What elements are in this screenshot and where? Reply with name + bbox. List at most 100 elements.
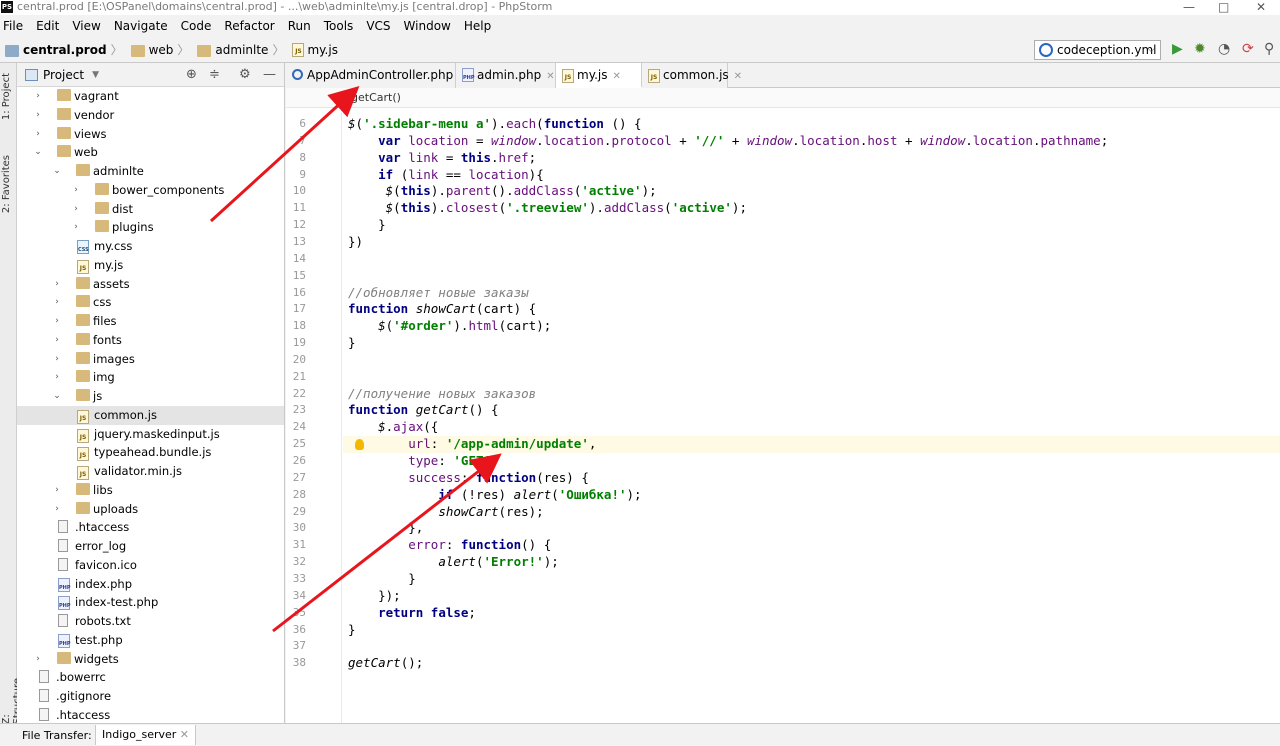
- tree-item[interactable]: ⌄ web: [17, 143, 284, 162]
- code-line[interactable]: //обновляет новые заказы: [348, 285, 529, 302]
- code-line[interactable]: $('#order').html(cart);: [348, 318, 551, 335]
- tree-item[interactable]: .gitignore: [17, 687, 284, 706]
- code-line[interactable]: }: [348, 335, 356, 352]
- tree-item[interactable]: robots.txt: [17, 612, 284, 631]
- tree-item[interactable]: favicon.ico: [17, 556, 284, 575]
- code-line[interactable]: $.ajax({: [348, 419, 438, 436]
- run-configuration-select[interactable]: codeception.yml ⌵: [1034, 40, 1161, 60]
- chevron-right-icon[interactable]: ›: [52, 312, 62, 331]
- tree-item[interactable]: JS common.js: [17, 405, 284, 425]
- tree-item[interactable]: › img: [17, 368, 284, 387]
- breadcrumb-web[interactable]: web 〉: [130, 41, 194, 58]
- tree-item[interactable]: JS typeahead.bundle.js: [17, 443, 284, 462]
- tree-item[interactable]: › bower_components: [17, 181, 284, 200]
- tree-item[interactable]: › uploads: [17, 500, 284, 519]
- tree-item[interactable]: › plugins: [17, 218, 284, 237]
- tree-item[interactable]: JS my.js: [17, 256, 284, 275]
- code-line[interactable]: function getCart() {: [348, 402, 499, 419]
- code-line[interactable]: //получение новых заказов: [348, 386, 536, 403]
- code-line[interactable]: url: '/app-admin/update',: [348, 436, 596, 453]
- tab-appadmincontroller[interactable]: AppAdminController.php✕: [286, 63, 467, 88]
- project-tool-tab[interactable]: 1: Project: [1, 73, 12, 120]
- tree-item[interactable]: › widgets: [17, 650, 284, 669]
- close-icon[interactable]: ✕: [612, 71, 620, 82]
- rerun-icon[interactable]: ⟳: [1242, 41, 1254, 57]
- tab-my-js[interactable]: JS my.js ✕: [556, 63, 642, 88]
- menu-navigate[interactable]: Navigate: [114, 19, 168, 33]
- editor-breadcrumb[interactable]: getCart(): [286, 88, 1280, 108]
- tree-item[interactable]: › vendor: [17, 106, 284, 125]
- minimize-button[interactable]: —: [1183, 0, 1195, 14]
- breadcrumb-adminlte[interactable]: adminlte 〉: [197, 41, 288, 58]
- tree-item[interactable]: PHP index.php: [17, 575, 284, 594]
- menu-view[interactable]: View: [72, 19, 100, 33]
- tab-common-js[interactable]: JS common.js ✕: [642, 63, 742, 88]
- tree-item[interactable]: ⌄ adminlte: [17, 162, 284, 181]
- chevron-right-icon[interactable]: ›: [52, 331, 62, 350]
- chevron-down-icon[interactable]: ⌄: [52, 387, 62, 406]
- tree-item[interactable]: › files: [17, 312, 284, 331]
- menu-run[interactable]: Run: [288, 19, 311, 33]
- maximize-button[interactable]: □: [1218, 0, 1229, 14]
- code-line[interactable]: alert('Error!');: [348, 554, 558, 571]
- menu-file[interactable]: File: [3, 19, 23, 33]
- tree-item[interactable]: › vagrant: [17, 87, 284, 106]
- chevron-right-icon[interactable]: ›: [33, 125, 43, 144]
- project-view-select[interactable]: Project: [43, 68, 84, 82]
- code-line[interactable]: },: [348, 520, 423, 537]
- server-tab[interactable]: Indigo_server ✕: [95, 725, 197, 745]
- code-line[interactable]: if (!res) alert('Ошибка!');: [348, 487, 641, 504]
- code-line[interactable]: }: [348, 571, 416, 588]
- tree-item[interactable]: PHP test.php: [17, 631, 284, 650]
- menu-vcs[interactable]: VCS: [366, 19, 390, 33]
- chevron-right-icon[interactable]: ›: [52, 500, 62, 519]
- coverage-icon[interactable]: ◔: [1218, 41, 1230, 57]
- chevron-right-icon[interactable]: ›: [33, 87, 43, 106]
- code-line[interactable]: error: function() {: [348, 537, 551, 554]
- tree-item[interactable]: .htaccess: [17, 706, 284, 725]
- chevron-right-icon[interactable]: ›: [52, 275, 62, 294]
- close-icon[interactable]: ✕: [734, 71, 742, 82]
- tree-item[interactable]: error_log: [17, 537, 284, 556]
- menu-edit[interactable]: Edit: [36, 19, 59, 33]
- code-line[interactable]: if (link == location){: [348, 167, 544, 184]
- tree-item[interactable]: .bowerrc: [17, 668, 284, 687]
- code-line[interactable]: }: [348, 622, 356, 639]
- chevron-right-icon[interactable]: ›: [52, 350, 62, 369]
- code-line[interactable]: return false;: [348, 605, 476, 622]
- close-icon[interactable]: ✕: [546, 71, 554, 82]
- tree-item[interactable]: JS jquery.maskedinput.js: [17, 425, 284, 444]
- code-line[interactable]: $(this).closest('.treeview').addClass('a…: [348, 200, 747, 217]
- chevron-right-icon[interactable]: ›: [33, 650, 43, 669]
- tree-item[interactable]: › dist: [17, 200, 284, 219]
- menu-help[interactable]: Help: [464, 19, 491, 33]
- code-line[interactable]: type: 'GET',: [348, 453, 498, 470]
- code-line[interactable]: success: function(res) {: [348, 470, 589, 487]
- code-line[interactable]: $(this).parent().addClass('active');: [348, 183, 657, 200]
- run-icon[interactable]: ▶: [1172, 41, 1183, 57]
- menu-refactor[interactable]: Refactor: [224, 19, 274, 33]
- tree-item[interactable]: › css: [17, 293, 284, 312]
- close-icon[interactable]: ✕: [180, 728, 189, 741]
- gear-icon[interactable]: ⚙: [239, 67, 251, 82]
- tree-item[interactable]: .htaccess: [17, 518, 284, 537]
- tree-item[interactable]: › images: [17, 350, 284, 369]
- code-editor[interactable]: 6 $('.sidebar-menu a').each(function () {…: [286, 108, 1280, 723]
- tree-item[interactable]: JS validator.min.js: [17, 462, 284, 481]
- breadcrumb-project[interactable]: central.prod 〉: [5, 41, 127, 58]
- breadcrumb-myjs[interactable]: JS my.js: [292, 42, 338, 57]
- chevron-down-icon[interactable]: ▼: [92, 70, 99, 80]
- tree-item[interactable]: › fonts: [17, 331, 284, 350]
- chevron-right-icon[interactable]: ›: [33, 106, 43, 125]
- tree-item[interactable]: › assets: [17, 275, 284, 294]
- tree-item[interactable]: › views: [17, 125, 284, 144]
- chevron-right-icon[interactable]: ›: [52, 368, 62, 387]
- chevron-right-icon[interactable]: ›: [52, 293, 62, 312]
- code-line[interactable]: getCart();: [348, 655, 423, 672]
- favorites-tool-tab[interactable]: 2: Favorites: [1, 155, 12, 213]
- code-line[interactable]: }): [348, 234, 363, 251]
- menu-code[interactable]: Code: [181, 19, 212, 33]
- code-line[interactable]: }: [348, 217, 386, 234]
- chevron-right-icon[interactable]: ›: [71, 200, 81, 219]
- tree-item[interactable]: › libs: [17, 481, 284, 500]
